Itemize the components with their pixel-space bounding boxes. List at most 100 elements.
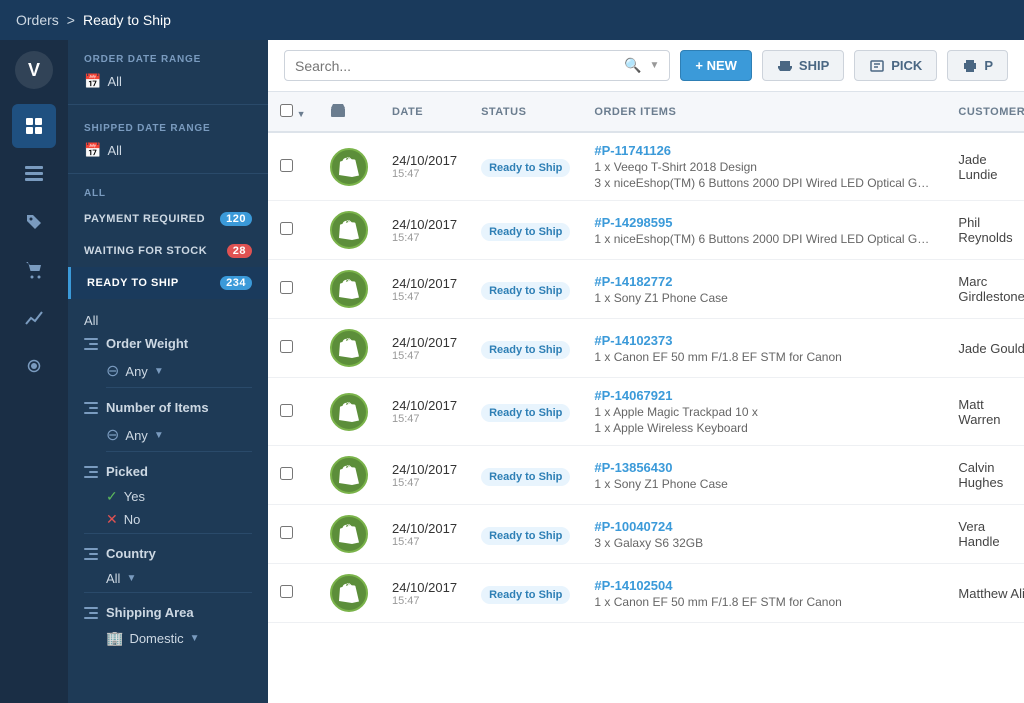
status-badge: Ready to Ship xyxy=(481,586,570,604)
row-checkbox[interactable] xyxy=(280,340,293,353)
nav-settings[interactable] xyxy=(12,344,56,388)
row-status-cell: Ready to Ship xyxy=(469,505,582,564)
order-time: 15:47 xyxy=(392,477,457,489)
sidebar-item-payment-required[interactable]: PAYMENT REQUIRED 120 xyxy=(68,203,268,235)
order-id-link[interactable]: #P-14102504 xyxy=(594,578,672,593)
nav-analytics[interactable] xyxy=(12,296,56,340)
row-customer-cell: Vera Handle xyxy=(946,505,1024,564)
order-weight-title: Order Weight xyxy=(106,336,188,351)
order-weight-dropdown[interactable]: Any ▼ xyxy=(125,364,163,379)
calendar-icon-2: 📅 xyxy=(84,142,101,159)
nav-orders[interactable] xyxy=(12,152,56,196)
row-checkbox-cell[interactable] xyxy=(268,201,318,260)
order-id-link[interactable]: #P-10040724 xyxy=(594,519,672,534)
row-checkbox-cell[interactable] xyxy=(268,446,318,505)
order-id-link[interactable]: #P-14067921 xyxy=(594,388,672,403)
row-date-cell: 24/10/2017 15:47 xyxy=(380,319,469,378)
filter-all[interactable]: All xyxy=(84,309,252,336)
table-row: 24/10/2017 15:47 Ready to Ship #P-117411… xyxy=(268,132,1024,201)
icon-nav: V xyxy=(0,40,68,703)
search-input[interactable] xyxy=(295,58,616,74)
order-time: 15:47 xyxy=(392,413,457,425)
shopify-icon xyxy=(330,574,368,612)
breadcrumb: Orders > Ready to Ship xyxy=(16,12,171,28)
row-checkbox[interactable] xyxy=(280,281,293,294)
customer-name: Jade Lundie xyxy=(958,152,997,182)
customer-name: Matthew Ali xyxy=(958,586,1024,601)
customer-name: Vera Handle xyxy=(958,519,999,549)
dropdown-arrow-icon-5[interactable]: ▼ xyxy=(297,109,306,119)
row-customer-cell: Matt Warren xyxy=(946,378,1024,446)
row-checkbox[interactable] xyxy=(280,222,293,235)
number-of-items-title: Number of Items xyxy=(106,400,209,415)
minus-circle-icon: ⊖ xyxy=(106,361,119,381)
country-dropdown[interactable]: All ▼ xyxy=(106,571,136,586)
row-checkbox-cell[interactable] xyxy=(268,132,318,201)
order-id-link[interactable]: #P-14298595 xyxy=(594,215,672,230)
sidebar-item-waiting-for-stock[interactable]: WAITING FOR STOCK 28 xyxy=(68,235,268,267)
status-badge: Ready to Ship xyxy=(481,404,570,422)
row-status-cell: Ready to Ship xyxy=(469,564,582,623)
filter-number-of-items-header: Number of Items xyxy=(84,400,252,415)
new-button[interactable]: + NEW xyxy=(680,50,752,81)
picked-yes[interactable]: ✓ Yes xyxy=(84,485,252,508)
filter-order-weight-header: Order Weight xyxy=(84,336,252,351)
nav-cart[interactable] xyxy=(12,248,56,292)
filter-shipping-area-header: Shipping Area xyxy=(84,605,252,620)
row-checkbox-cell[interactable] xyxy=(268,319,318,378)
row-icon-cell xyxy=(318,505,380,564)
pick-button[interactable]: PICK xyxy=(854,50,937,81)
dropdown-arrow-icon: ▼ xyxy=(154,366,164,377)
order-time: 15:47 xyxy=(392,595,457,607)
row-checkbox-cell[interactable] xyxy=(268,564,318,623)
row-checkbox[interactable] xyxy=(280,467,293,480)
shipping-area-value: Domestic xyxy=(129,631,183,646)
th-icon xyxy=(318,92,380,132)
row-order-items-cell: #P-14298595 1 x niceEshop(TM) 6 Buttons … xyxy=(582,201,946,260)
order-id-link[interactable]: #P-13856430 xyxy=(594,460,672,475)
all-section-label: ALL xyxy=(68,178,268,203)
ship-button[interactable]: SHIP xyxy=(762,50,844,81)
calendar-icon: 📅 xyxy=(84,73,101,90)
filter-picked-header: Picked xyxy=(84,464,252,479)
sidebar-item-ready-to-ship[interactable]: READY TO SHIP 234 xyxy=(68,267,268,299)
order-date: 24/10/2017 xyxy=(392,398,457,413)
order-id-link[interactable]: #P-14102373 xyxy=(594,333,672,348)
shopify-icon xyxy=(330,515,368,553)
order-date: 24/10/2017 xyxy=(392,462,457,477)
shipping-area-dropdown[interactable]: Domestic ▼ xyxy=(129,631,199,646)
pick-icon xyxy=(869,59,885,73)
row-checkbox[interactable] xyxy=(280,585,293,598)
th-checkbox: ▼ xyxy=(268,92,318,132)
picked-title: Picked xyxy=(106,464,148,479)
breadcrumb-parent[interactable]: Orders xyxy=(16,12,59,28)
shipped-date-range-value[interactable]: 📅 All xyxy=(68,138,268,169)
row-checkbox[interactable] xyxy=(280,404,293,417)
order-date-range-value[interactable]: 📅 All xyxy=(68,69,268,100)
number-of-items-dropdown[interactable]: Any ▼ xyxy=(125,428,163,443)
th-date: DATE xyxy=(380,92,469,132)
row-date-cell: 24/10/2017 15:47 xyxy=(380,132,469,201)
nav-tags[interactable] xyxy=(12,200,56,244)
shipped-date-range-label: SHIPPED DATE RANGE xyxy=(68,109,268,138)
row-checkbox-cell[interactable] xyxy=(268,260,318,319)
order-date: 24/10/2017 xyxy=(392,521,457,536)
order-id-link[interactable]: #P-11741126 xyxy=(594,143,671,158)
row-icon-cell xyxy=(318,378,380,446)
row-checkbox-cell[interactable] xyxy=(268,505,318,564)
print-button[interactable]: P xyxy=(947,50,1008,81)
row-checkbox[interactable] xyxy=(280,526,293,539)
row-date-cell: 24/10/2017 15:47 xyxy=(380,505,469,564)
shopify-icon xyxy=(330,393,368,431)
row-date-cell: 24/10/2017 15:47 xyxy=(380,446,469,505)
order-id-link[interactable]: #P-14182772 xyxy=(594,274,672,289)
search-dropdown-btn[interactable]: ▼ xyxy=(649,60,659,71)
row-checkbox[interactable] xyxy=(280,159,293,172)
customer-name: Jade Gould xyxy=(958,341,1024,356)
picked-no[interactable]: ✕ No xyxy=(84,508,252,531)
shopify-icon xyxy=(330,270,368,308)
row-checkbox-cell[interactable] xyxy=(268,378,318,446)
nav-dashboard[interactable] xyxy=(12,104,56,148)
row-icon-cell xyxy=(318,132,380,201)
select-all-checkbox[interactable] xyxy=(280,104,293,117)
